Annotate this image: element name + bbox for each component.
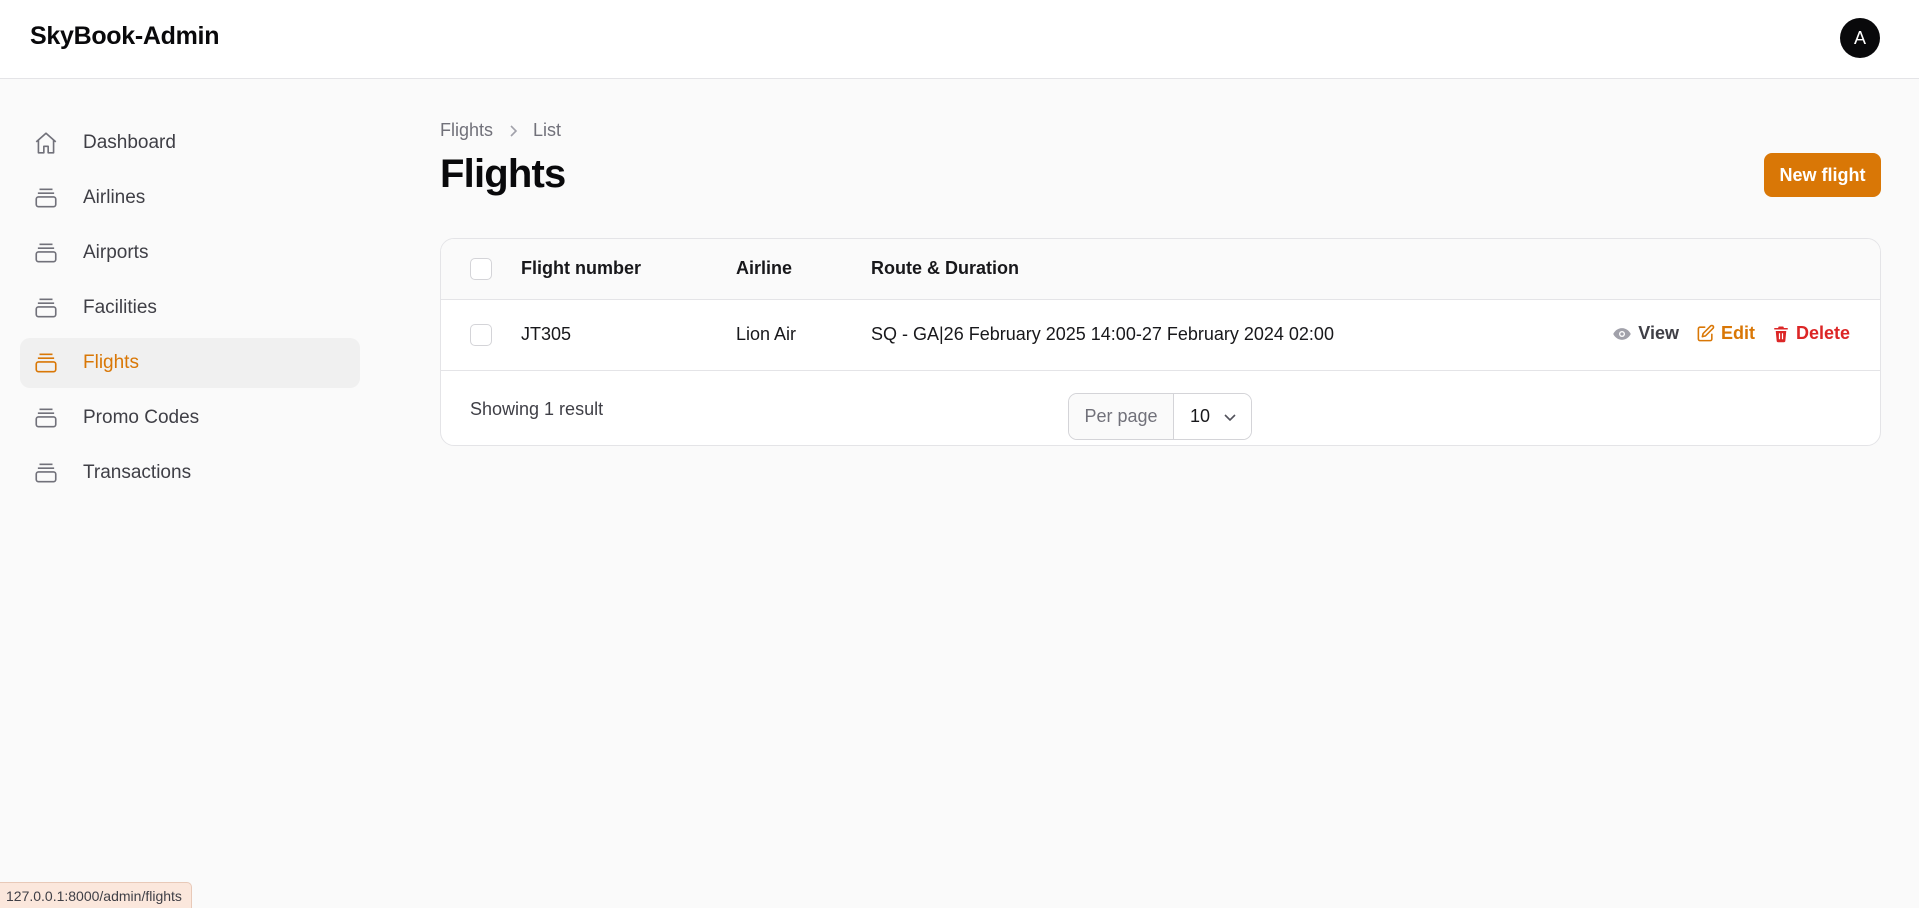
table-header: Flight number Airline Route & Duration xyxy=(441,239,1880,300)
stack-icon xyxy=(32,459,60,487)
per-page-label: Per page xyxy=(1069,394,1174,439)
per-page-dropdown[interactable]: 10 xyxy=(1174,394,1251,439)
breadcrumb-link-flights[interactable]: Flights xyxy=(440,120,493,141)
stack-icon xyxy=(32,404,60,432)
sidebar-item-transactions[interactable]: Transactions xyxy=(20,448,360,498)
status-bar-url: 127.0.0.1:8000/admin/flights xyxy=(0,882,192,908)
view-button[interactable]: View xyxy=(1612,323,1679,344)
brand-title[interactable]: SkyBook-Admin xyxy=(30,22,219,51)
eye-icon xyxy=(1612,324,1632,344)
home-icon xyxy=(32,129,60,157)
user-avatar[interactable]: A xyxy=(1840,18,1880,58)
pencil-square-icon xyxy=(1696,324,1715,343)
cell-flight-number: JT305 xyxy=(521,324,572,344)
row-actions: View Edit Delete xyxy=(1595,323,1850,344)
view-label: View xyxy=(1638,323,1679,343)
column-header-airline[interactable]: Airline xyxy=(736,258,792,279)
select-all-checkbox[interactable] xyxy=(470,258,492,280)
results-count: Showing 1 result xyxy=(470,399,604,419)
sidebar-item-label: Airports xyxy=(83,242,149,263)
column-header-flight-number[interactable]: Flight number xyxy=(521,258,641,279)
delete-label: Delete xyxy=(1795,323,1850,343)
flights-table: Flight number Airline Route & Duration J… xyxy=(440,238,1881,446)
stack-icon xyxy=(32,239,60,267)
column-header-route-duration[interactable]: Route & Duration xyxy=(871,258,1019,279)
delete-button[interactable]: Delete xyxy=(1772,323,1850,344)
sidebar-item-airports[interactable]: Airports xyxy=(20,228,360,278)
top-bar: SkyBook-Admin A xyxy=(0,0,1919,79)
sidebar-item-dashboard[interactable]: Dashboard xyxy=(20,118,360,168)
sidebar-item-label: Transactions xyxy=(83,462,192,483)
trash-icon xyxy=(1772,324,1790,344)
sidebar-item-label: Promo Codes xyxy=(83,407,200,428)
sidebar-item-label: Dashboard xyxy=(83,132,176,153)
sidebar-item-flights[interactable]: Flights xyxy=(20,338,360,388)
sidebar: Dashboard Airlines Airports Facilities F… xyxy=(20,118,360,503)
cell-airline: Lion Air xyxy=(736,324,797,344)
stack-icon xyxy=(32,184,60,212)
row-checkbox[interactable] xyxy=(470,324,492,346)
stack-icon xyxy=(32,349,60,377)
page-title: Flights xyxy=(440,152,566,196)
chevron-right-icon xyxy=(507,124,519,138)
table-row[interactable]: JT305 Lion Air SQ - GA|26 February 2025 … xyxy=(441,300,1880,371)
sidebar-item-label: Airlines xyxy=(83,187,146,208)
sidebar-item-facilities[interactable]: Facilities xyxy=(20,283,360,333)
per-page-select[interactable]: Per page 10 xyxy=(1068,393,1252,440)
sidebar-item-label: Facilities xyxy=(83,297,157,318)
sidebar-item-promo-codes[interactable]: Promo Codes xyxy=(20,393,360,443)
stack-icon xyxy=(32,294,60,322)
breadcrumb-current: List xyxy=(533,120,562,140)
new-flight-button[interactable]: New flight xyxy=(1764,153,1881,197)
edit-label: Edit xyxy=(1720,323,1755,343)
table-footer: Showing 1 result Per page 10 xyxy=(441,371,1880,445)
breadcrumb: Flights List xyxy=(440,120,561,141)
per-page-value: 10 xyxy=(1190,406,1211,426)
sidebar-item-label: Flights xyxy=(83,352,139,373)
chevron-down-icon xyxy=(1223,406,1237,427)
edit-button[interactable]: Edit xyxy=(1696,323,1755,344)
cell-route-duration: SQ - GA|26 February 2025 14:00-27 Februa… xyxy=(871,324,1334,344)
sidebar-item-airlines[interactable]: Airlines xyxy=(20,173,360,223)
